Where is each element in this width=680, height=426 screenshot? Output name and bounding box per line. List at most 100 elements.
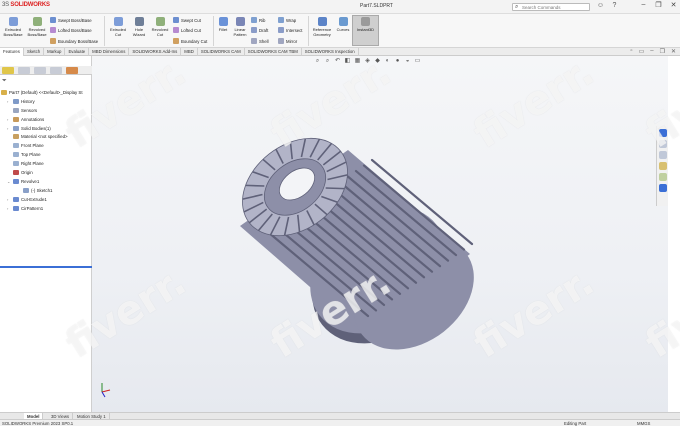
instant3d-icon <box>361 17 370 26</box>
display-manager-tab-icon[interactable] <box>66 67 78 74</box>
tree-item-material-not-specified[interactable]: Material <not specified> <box>1 132 91 141</box>
tree-item-sensors[interactable]: Sensors <box>1 106 91 115</box>
tab-evaluate[interactable]: Evaluate <box>65 48 90 56</box>
draft-button[interactable]: Draft <box>251 27 268 33</box>
revolved-cut-icon <box>155 17 165 26</box>
tree-root[interactable]: Part7 (Default) <<Default>_Display St <box>1 88 91 97</box>
help-icon[interactable]: ? <box>610 2 619 9</box>
tree-item-origin[interactable]: Origin <box>1 168 91 177</box>
rollback-bar[interactable] <box>0 266 92 268</box>
property-manager-tab-icon[interactable] <box>18 67 30 74</box>
tree-item-cut-extrude1[interactable]: › Cut-Extrude1 <box>1 195 91 204</box>
tab-solidworks-cam[interactable]: SOLIDWORKS CAM <box>198 48 245 56</box>
boundary-boss-button[interactable]: Boundary Boss/Base <box>50 38 98 44</box>
status-mode: Editing Part <box>564 421 587 426</box>
swept-boss-button[interactable]: Swept Boss/Base <box>50 17 92 23</box>
restore-button[interactable]: ❐ <box>654 1 663 9</box>
linear-pattern-button[interactable]: Linear Pattern <box>231 17 249 37</box>
tree-item-sketch1[interactable]: (-) Sketch1 <box>1 186 91 195</box>
tree-item-cirpattern1[interactable]: › CirPattern1 <box>1 204 91 213</box>
swept-cut-button[interactable]: Swept Cut <box>173 17 201 23</box>
window-close-icon[interactable]: ✕ <box>671 48 676 55</box>
tree-item-label: Material <not specified> <box>21 134 68 140</box>
tree-item-label: Cut-Extrude1 <box>21 196 47 202</box>
search-commands-box[interactable]: ⌕ Search Commands <box>512 3 590 11</box>
task-pane <box>656 126 668 206</box>
tree-item-label: Revolve1 <box>21 178 40 184</box>
window-max-icon[interactable]: ❐ <box>660 48 665 55</box>
user-icon[interactable]: ☺ <box>596 2 605 9</box>
curves-button[interactable]: Curves <box>334 17 352 32</box>
filter-icon[interactable]: ⏷ <box>2 78 7 85</box>
tree-item-history[interactable]: › History <box>1 97 91 106</box>
intersect-button[interactable]: Intersect <box>278 27 302 33</box>
tab-markup[interactable]: Markup <box>44 48 66 56</box>
boundary-cut-icon <box>173 38 179 44</box>
tab-solidworks-add-ins[interactable]: SOLIDWORKS Add-Ins <box>129 48 182 56</box>
view-palette-icon[interactable] <box>658 162 667 170</box>
logo-text: SOLIDWORKS <box>10 2 50 8</box>
extruded-cut-button[interactable]: Extruded Cut <box>107 17 129 37</box>
shell-button[interactable]: Shell <box>251 38 269 44</box>
appearances-icon[interactable] <box>658 173 667 181</box>
tree-item-label: Top Plane <box>21 152 41 158</box>
lofted-cut-button[interactable]: Lofted Cut <box>173 27 201 33</box>
solidworks-resources-icon[interactable] <box>658 129 667 137</box>
tree-item-revolve1[interactable]: ⌄ Revolve1 <box>1 177 91 186</box>
status-bar: SOLIDWORKS Premium 2023 SP0.1 Editing Pa… <box>0 419 680 426</box>
wrap-button[interactable]: Wrap <box>278 17 296 23</box>
file-explorer-icon[interactable] <box>658 151 667 159</box>
rib-button[interactable]: Rib <box>251 17 265 23</box>
revolved-cut-button[interactable]: Revolved Cut <box>149 17 171 37</box>
dimxpert-tab-icon[interactable] <box>50 67 62 74</box>
graphics-area[interactable]: ⌕ ⌕ ↶ ◧ ▦ ◈ ◆ ◐ ● ◒ ▭ <box>92 56 668 412</box>
lofted-boss-button[interactable]: Lofted Boss/Base <box>50 27 92 33</box>
app-logo: 3S SOLIDWORKS <box>2 2 50 8</box>
tree-item-label: Solid Bodies(1) <box>21 125 51 131</box>
tree-item-label: Origin <box>21 169 33 175</box>
tree-item-top-plane[interactable]: Top Plane <box>1 150 91 159</box>
shell-icon <box>251 38 257 44</box>
feature-icon <box>13 178 19 184</box>
window-minimize-icon[interactable]: – <box>650 48 653 55</box>
design-library-icon[interactable] <box>658 140 667 148</box>
feature-icon <box>13 107 19 113</box>
tab-solidworks-inspection[interactable]: SOLIDWORKS Inspection <box>302 48 359 56</box>
tab-sketch[interactable]: Sketch <box>24 48 45 56</box>
fillet-button[interactable]: Fillet <box>215 17 231 32</box>
feature-tree-tab-icon[interactable] <box>2 67 14 74</box>
intersect-icon <box>278 27 284 33</box>
part-model[interactable] <box>92 56 668 412</box>
hole-wizard-button[interactable]: Hole Wizard <box>129 17 149 37</box>
mirror-button[interactable]: Mirror <box>278 38 297 44</box>
window-restore-icon[interactable]: ▭ <box>639 48 645 55</box>
tab-mbd-dimensions[interactable]: MBD Dimensions <box>89 48 130 56</box>
feature-tree: Part7 (Default) <<Default>_Display St › H… <box>1 88 91 212</box>
status-units[interactable]: MMGS <box>637 421 650 426</box>
document-title: Part7.SLDPRT <box>360 3 393 9</box>
close-button[interactable]: ✕ <box>669 1 678 9</box>
configuration-tab-icon[interactable] <box>34 67 46 74</box>
model-tabs: Model 3D Views Motion Study 1 <box>0 412 680 420</box>
lofted-cut-icon <box>173 27 179 33</box>
tab-solidworks-cam-tbm[interactable]: SOLIDWORKS CAM TBM <box>245 48 302 56</box>
revolved-boss-button[interactable]: Revolved Boss/Base <box>26 17 48 37</box>
custom-properties-icon[interactable] <box>658 184 667 192</box>
tree-item-label: Annotations <box>21 116 45 122</box>
boundary-cut-button[interactable]: Boundary Cut <box>173 38 207 44</box>
reference-geometry-button[interactable]: Reference Geometry <box>310 17 334 37</box>
tree-item-annotations[interactable]: › Annotations <box>1 115 91 124</box>
tree-item-solid-bodies-1[interactable]: › Solid Bodies(1) <box>1 124 91 133</box>
minimize-button[interactable]: – <box>639 1 648 9</box>
feature-manager-tabs <box>0 66 92 75</box>
fillet-icon <box>218 17 228 26</box>
loft-icon <box>50 27 56 33</box>
tree-item-right-plane[interactable]: Right Plane <box>1 159 91 168</box>
tab-mbd[interactable]: MBD <box>181 48 198 56</box>
tile-icon[interactable]: ▫ <box>630 48 632 55</box>
tree-item-front-plane[interactable]: Front Plane <box>1 141 91 150</box>
tree-item-label: History <box>21 98 35 104</box>
part-icon <box>1 89 7 95</box>
extruded-boss-button[interactable]: Extruded Boss/Base <box>2 17 24 37</box>
tab-features[interactable]: Features <box>0 48 24 56</box>
